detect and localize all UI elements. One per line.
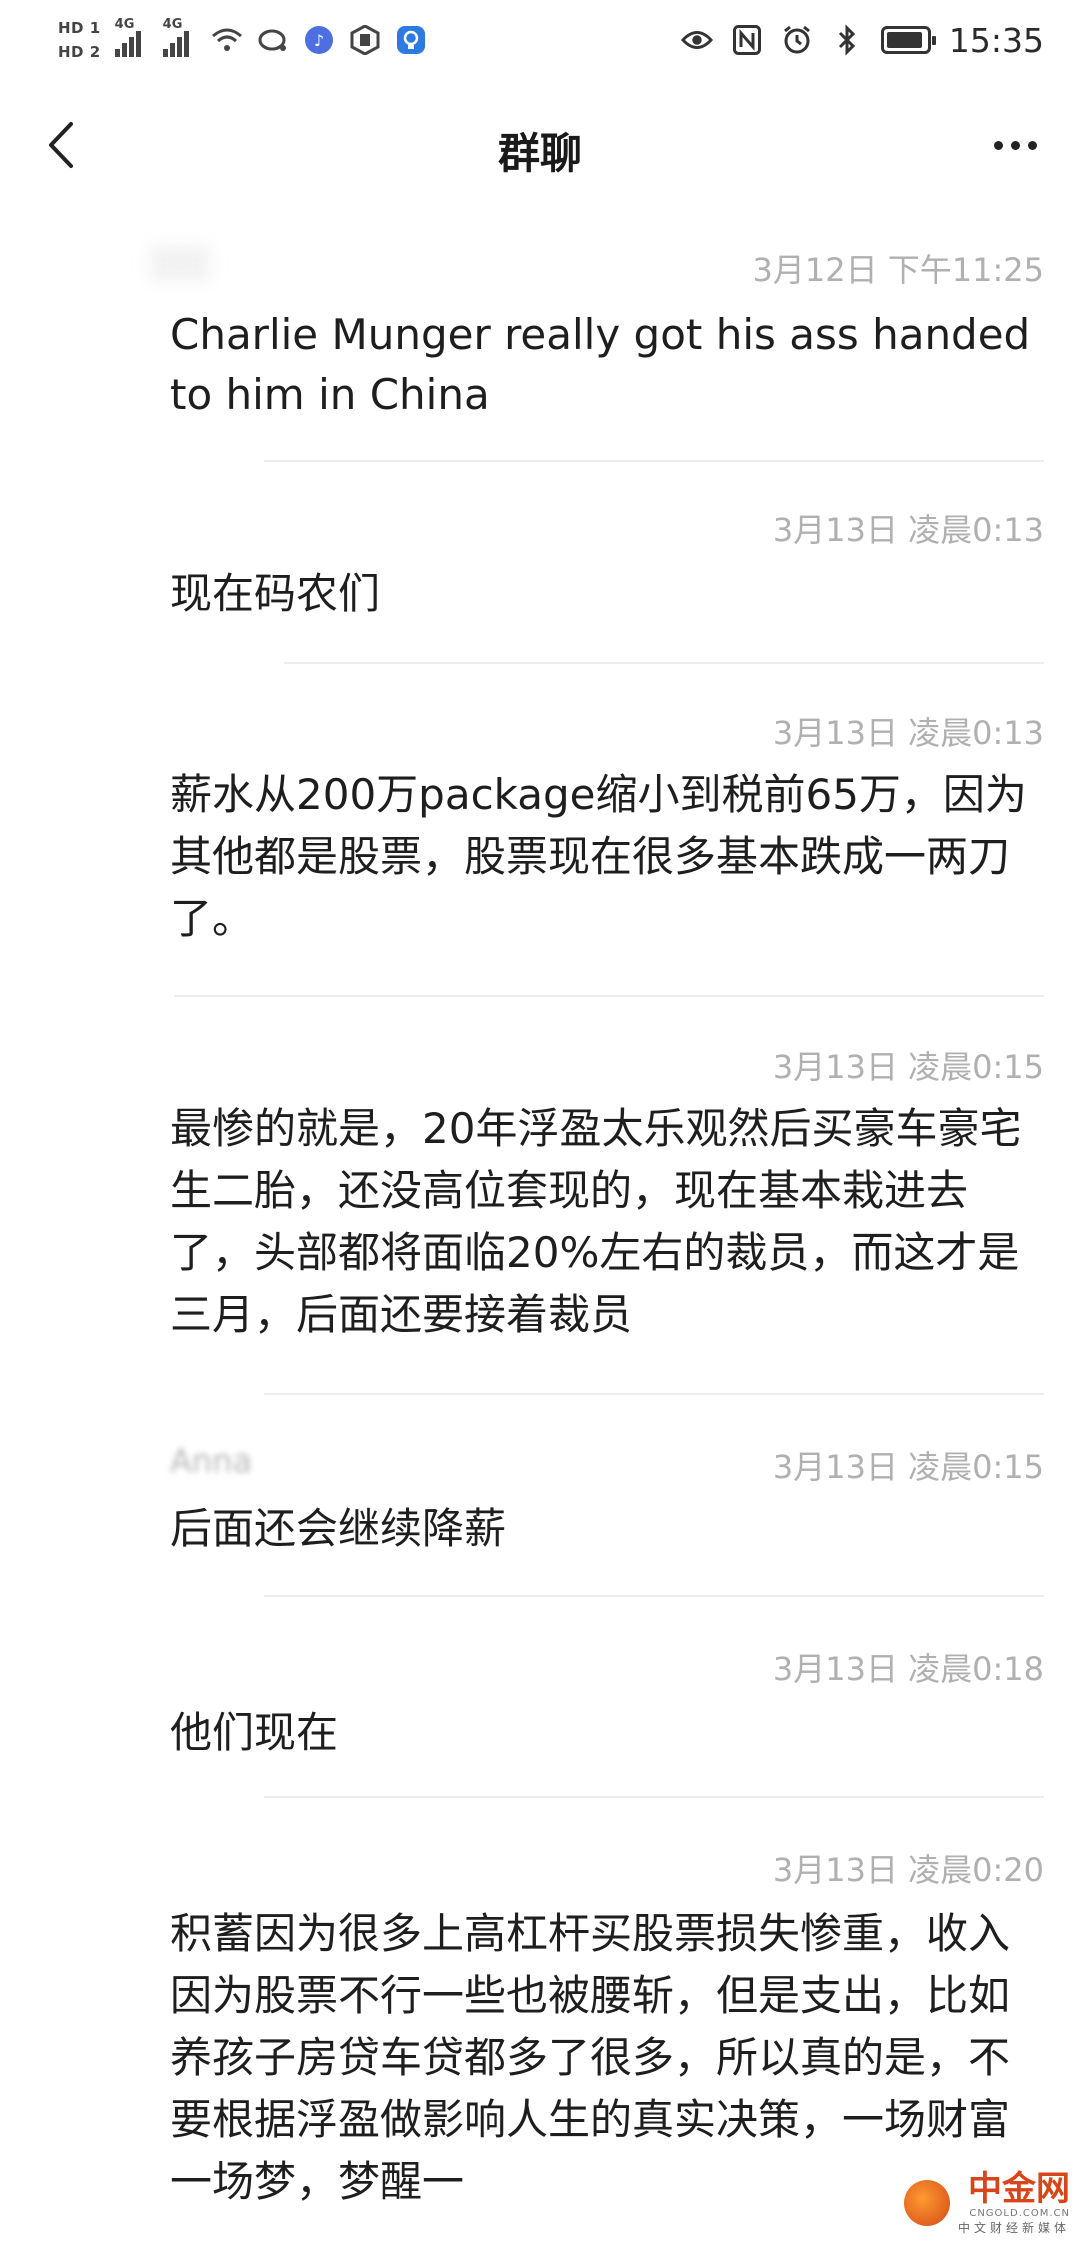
message-item[interactable]: 3月13日 凌晨0:18 他们现在 [0,1644,1080,1794]
cloud-chat-icon [257,24,289,56]
message-item[interactable]: Anna 3月13日 凌晨0:15 后面还会继续降薪 [0,1442,1080,1592]
more-options-button[interactable] [980,110,1050,180]
hd-badge-1: HD 1 [58,19,101,37]
divider [264,1393,1044,1395]
message-item[interactable]: 3月13日 凌晨0:13 现在码农们 [0,505,1080,665]
message-text: 薪水从200万package缩小到税前65万，因为其他都是股票，股票现在很多基本… [170,770,1027,943]
divider [284,662,1044,664]
hand-app-icon [349,24,381,56]
message-text: 最惨的就是，20年浮盈太乐观然后买豪车豪宅生二胎，还没高位套现的，现在基本栽进去… [170,1104,1022,1339]
dot-icon [993,140,1003,150]
divider [174,995,1044,997]
message-time: 3月13日 凌晨0:18 [772,1650,1044,1688]
divider [264,1595,1044,1597]
battery-icon [880,26,936,54]
message-item[interactable]: 3月13日 凌晨0:13 薪水从200万package缩小到税前65万，因为其他… [0,708,1080,998]
message-time: 3月13日 凌晨0:15 [772,1448,1044,1486]
network-type-2: 4G [162,17,183,32]
message-text: 积蓄因为很多上高杠杆买股票损失惨重，收入因为股票不行一些也被腰斩，但是支出，比如… [170,1909,1011,2206]
eye-icon [680,24,713,56]
watermark: 中金网 CNGOLD.COM.CN 中文财经新媒体 [903,2169,1070,2236]
signal-2-icon: 4G [162,17,197,57]
divider [264,1796,1044,1798]
message-text: 现在码农们 [170,569,381,618]
wifi-icon [211,24,243,56]
sender-name: Anna [170,1442,253,1480]
message-time: 3月12日 下午11:25 [752,251,1044,289]
dot-icon [1010,140,1020,150]
status-bar: HD 1 HD 2 4G 4G ♪ 15:35 [0,0,1080,80]
message-text: Charlie Munger really got his ass handed… [170,310,1031,419]
message-item[interactable]: 3月12日 下午11:25 Charlie Munger really got … [0,245,1080,460]
message-time: 3月13日 凌晨0:13 [772,511,1044,549]
message-text: 他们现在 [170,1708,339,1757]
svg-text:♪: ♪ [314,31,324,50]
sender-name-blurred [150,245,210,281]
cngold-logo-icon [903,2180,950,2226]
music-app-icon: ♪ [303,24,335,56]
clock: 15:35 [948,20,1044,60]
dot-icon [1027,140,1037,150]
signal-1-icon: 4G [114,17,149,57]
hd-badge-2: HD 2 [58,43,101,61]
nfc-icon [731,24,763,56]
message-item[interactable]: 3月13日 凌晨0:15 最惨的就是，20年浮盈太乐观然后买豪车豪宅生二胎，还没… [0,1042,1080,1392]
bulb-app-icon [395,24,427,56]
watermark-name: 中金网 [968,2169,1070,2209]
bluetooth-icon [831,24,863,56]
message-text: 后面还会继续降薪 [170,1504,507,1553]
message-time: 3月13日 凌晨0:15 [772,1048,1044,1086]
alarm-icon [781,24,813,56]
message-time: 3月13日 凌晨0:20 [772,1851,1044,1889]
page-title: 群聊 [497,129,582,178]
watermark-slogan: 中文财经新媒体 [957,2221,1070,2235]
title-bar: 群聊 [0,90,1080,200]
network-type-1: 4G [114,17,135,32]
message-time: 3月13日 凌晨0:13 [772,714,1044,752]
watermark-domain: CNGOLD.COM.CN [969,2208,1070,2219]
divider [264,460,1044,462]
